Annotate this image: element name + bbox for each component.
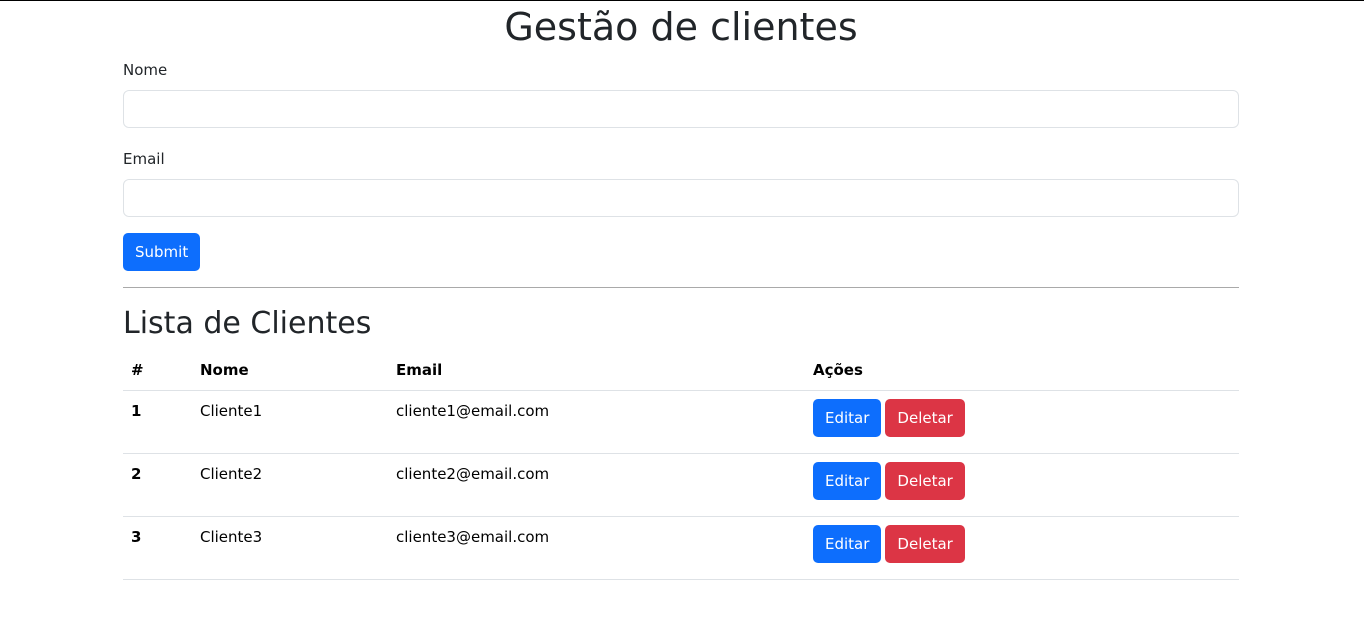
row-email: cliente1@email.com <box>388 390 805 454</box>
delete-button[interactable]: Deletar <box>885 399 965 437</box>
row-nome: Cliente1 <box>192 390 388 454</box>
email-input[interactable] <box>123 179 1239 217</box>
table-row: 3 Cliente3 cliente3@email.com Editar Dele… <box>123 516 1239 580</box>
nome-label: Nome <box>123 61 168 79</box>
row-nome: Cliente3 <box>192 516 388 580</box>
row-idx: 1 <box>123 390 192 454</box>
email-label: Email <box>123 150 165 168</box>
clients-table: # Nome Email Ações 1 Cliente1 cliente1@e… <box>123 350 1239 580</box>
row-idx: 3 <box>123 516 192 580</box>
main-container: Gestão de clientes Nome Email Submit Lis… <box>123 0 1239 580</box>
header-email: Email <box>388 350 805 391</box>
table-row: 2 Cliente2 cliente2@email.com Editar Dele… <box>123 453 1239 517</box>
row-actions: Editar Deletar <box>805 453 1239 517</box>
row-email: cliente3@email.com <box>388 516 805 580</box>
client-form: Nome Email Submit <box>123 60 1239 271</box>
header-idx: # <box>123 350 192 391</box>
delete-button[interactable]: Deletar <box>885 525 965 563</box>
delete-button[interactable]: Deletar <box>885 462 965 500</box>
row-actions: Editar Deletar <box>805 516 1239 580</box>
header-nome: Nome <box>192 350 388 391</box>
page-title: Gestão de clientes <box>504 5 858 49</box>
list-title: Lista de Clientes <box>123 306 372 341</box>
nome-input[interactable] <box>123 90 1239 128</box>
edit-button[interactable]: Editar <box>813 525 882 563</box>
email-group: Email <box>123 149 1239 217</box>
submit-button[interactable]: Submit <box>123 233 201 271</box>
edit-button[interactable]: Editar <box>813 462 882 500</box>
row-actions: Editar Deletar <box>805 390 1239 454</box>
table-header-row: # Nome Email Ações <box>123 350 1239 391</box>
nome-group: Nome <box>123 60 1239 128</box>
submit-wrap: Submit <box>123 233 1239 271</box>
edit-button[interactable]: Editar <box>813 399 882 437</box>
row-idx: 2 <box>123 453 192 517</box>
header-acoes: Ações <box>805 350 1239 391</box>
row-nome: Cliente2 <box>192 453 388 517</box>
row-email: cliente2@email.com <box>388 453 805 517</box>
table-row: 1 Cliente1 cliente1@email.com Editar Dele… <box>123 390 1239 454</box>
